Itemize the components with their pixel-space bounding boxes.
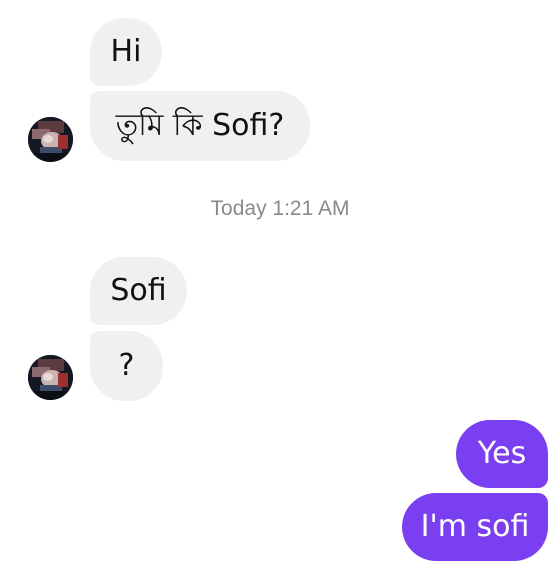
contact-avatar[interactable] [28, 117, 73, 162]
avatar-photo-icon [28, 117, 73, 162]
message-text: তুমি কি Sofi? [115, 108, 285, 143]
outgoing-message-bubble[interactable]: I'm sofi [402, 493, 548, 561]
message-text: Yes [477, 436, 527, 471]
incoming-message-bubble[interactable]: Hi [90, 18, 162, 86]
incoming-message-bubble[interactable]: Sofi [90, 257, 187, 325]
incoming-message-bubble[interactable]: ? [90, 331, 163, 401]
incoming-message-bubble[interactable]: তুমি কি Sofi? [90, 91, 310, 161]
message-timestamp: Today 1:21 AM [210, 197, 350, 220]
outgoing-message-bubble[interactable]: Yes [456, 420, 548, 488]
message-text: ? [118, 348, 135, 383]
contact-avatar[interactable] [28, 355, 73, 400]
message-text: Hi [110, 34, 142, 69]
message-text: Sofi [110, 273, 167, 308]
avatar-photo-icon [28, 355, 73, 400]
message-text: I'm sofi [420, 509, 530, 544]
